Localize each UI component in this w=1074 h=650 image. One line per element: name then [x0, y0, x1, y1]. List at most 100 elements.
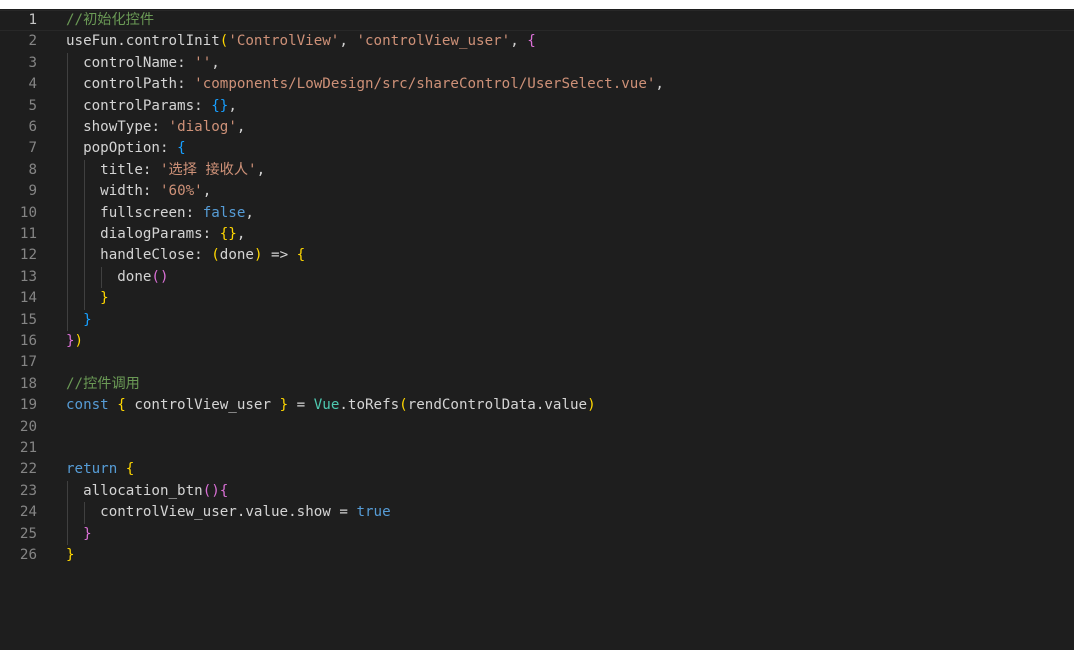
- indent-guide: [67, 480, 68, 503]
- line-number: 3: [28, 54, 37, 71]
- code-text[interactable]: useFun.controlInit('ControlView', 'contr…: [66, 31, 536, 52]
- code-text[interactable]: }: [66, 310, 92, 331]
- code-line[interactable]: 2 useFun.controlInit('ControlView', 'cont…: [0, 31, 1074, 52]
- code-line[interactable]: 25 }: [0, 523, 1074, 545]
- code-text[interactable]: showType: 'dialog',: [66, 117, 245, 138]
- code-line[interactable]: 1 //初始化控件: [0, 10, 1074, 32]
- indent-guide: [84, 288, 86, 310]
- line-number: 4: [28, 76, 37, 93]
- line-number: 5: [28, 97, 37, 114]
- code-token: controlName: [83, 54, 178, 71]
- code-text[interactable]: title: '选择 接收人',: [66, 160, 265, 181]
- code-token: rendControlData: [407, 397, 536, 414]
- code-token: :: [142, 161, 160, 178]
- code-text[interactable]: popOption: {: [66, 138, 186, 159]
- code-text[interactable]: }): [66, 331, 83, 352]
- code-text[interactable]: //初始化控件: [66, 11, 154, 30]
- code-editor[interactable]: 1//初始化控件 2 useFun.controlInit('ControlView…: [0, 9, 1074, 650]
- code-text[interactable]: controlPath: 'components/LowDesign/src/s…: [66, 74, 664, 95]
- code-line[interactable]: 8 title: '选择 接收人',: [0, 159, 1074, 182]
- code-line[interactable]: 3 controlName: '',: [0, 52, 1074, 75]
- code-text[interactable]: controlView_user.value.show = true: [66, 502, 390, 523]
- code-line[interactable]: 24 controlView_user.value.show = true: [0, 502, 1074, 524]
- code-token: ,: [236, 119, 246, 135]
- code-token: .: [117, 33, 126, 50]
- code-token: {}: [211, 97, 229, 114]
- indent-guide: [67, 117, 68, 139]
- code-token: 'controlView_user': [356, 33, 511, 50]
- line-number: 19: [19, 397, 37, 414]
- code-token: :: [159, 140, 178, 157]
- code-text[interactable]: done(): [66, 267, 168, 288]
- code-text[interactable]: }: [66, 524, 92, 545]
- code-line[interactable]: 6 showType: 'dialog',: [0, 117, 1074, 139]
- code-line[interactable]: 9 width: '60%',: [0, 181, 1074, 203]
- code-token: (): [202, 482, 220, 499]
- indent-guide: [67, 159, 68, 182]
- code-line[interactable]: 22 return {: [0, 459, 1074, 480]
- indent-guide: [67, 245, 68, 267]
- code-token: useFun: [66, 33, 118, 50]
- code-line[interactable]: 15 }: [0, 309, 1074, 331]
- code-token: :: [177, 76, 195, 93]
- code-line[interactable]: 10 fullscreen: false,: [0, 202, 1074, 224]
- code-token: :: [194, 247, 212, 264]
- code-line[interactable]: 12 handleClose: (done) => {: [0, 245, 1074, 267]
- code-line[interactable]: 13 done(): [0, 266, 1074, 289]
- indent-guide: [67, 95, 68, 117]
- code-line[interactable]: 19 const { controlView_user } = Vue.toRef…: [0, 395, 1074, 416]
- line-number: 22: [19, 461, 37, 478]
- code-text[interactable]: dialogParams: {},: [66, 224, 245, 245]
- indent-guide: [67, 181, 68, 203]
- code-text[interactable]: return {: [66, 459, 134, 480]
- code-line[interactable]: 21: [0, 438, 1074, 459]
- code-token: {: [527, 33, 536, 50]
- code-text[interactable]: const { controlView_user } = Vue.toRefs(…: [66, 395, 596, 416]
- code-line[interactable]: 4 controlPath: 'components/LowDesign/src…: [0, 74, 1074, 96]
- code-text[interactable]: //控件调用: [66, 374, 140, 395]
- code-text[interactable]: allocation_btn(){: [66, 481, 228, 502]
- code-token: //控件调用: [66, 375, 140, 392]
- code-line[interactable]: 20: [0, 417, 1074, 438]
- code-token: const: [66, 397, 109, 414]
- code-text[interactable]: controlParams: {},: [66, 96, 237, 117]
- code-token: :: [185, 204, 203, 221]
- code-line[interactable]: 16}): [0, 331, 1074, 352]
- code-token: ): [587, 397, 596, 414]
- code-text[interactable]: handleClose: (done) => {: [66, 245, 305, 266]
- code-token: 'components/LowDesign/src/shareControl/U…: [194, 76, 656, 93]
- code-line[interactable]: 11 dialogParams: {},: [0, 224, 1074, 246]
- code-token: 'dialog': [168, 119, 237, 135]
- code-token: }: [279, 397, 289, 414]
- code-text[interactable]: width: '60%',: [66, 181, 211, 202]
- code-token: showType: [83, 119, 152, 135]
- code-token: {: [117, 397, 126, 414]
- code-token: done: [117, 268, 152, 285]
- code-token: :: [177, 54, 195, 71]
- code-line[interactable]: 5 controlParams: {},: [0, 95, 1074, 117]
- indent-guide: [84, 181, 86, 203]
- line-number: 26: [19, 547, 37, 563]
- indent-guide: [67, 523, 68, 545]
- code-line[interactable]: 14 }: [0, 288, 1074, 310]
- code-text[interactable]: }: [66, 545, 75, 566]
- code-line[interactable]: 7 popOption: {: [0, 138, 1074, 160]
- code-token: allocation_btn: [83, 482, 203, 499]
- code-token: }: [66, 547, 75, 563]
- code-token: }: [83, 311, 92, 328]
- code-token: show: [296, 504, 331, 521]
- code-text[interactable]: controlName: '',: [66, 53, 220, 74]
- code-token: :: [151, 119, 169, 135]
- code-token: ): [253, 247, 263, 264]
- code-text[interactable]: fullscreen: false,: [66, 203, 254, 224]
- code-line[interactable]: 18 //控件调用: [0, 374, 1074, 395]
- code-text[interactable]: }: [66, 288, 109, 309]
- code-line[interactable]: 17: [0, 352, 1074, 373]
- code-line[interactable]: 26}: [0, 545, 1074, 566]
- code-line[interactable]: 23 allocation_btn(){: [0, 480, 1074, 503]
- code-token: fullscreen: [100, 204, 186, 221]
